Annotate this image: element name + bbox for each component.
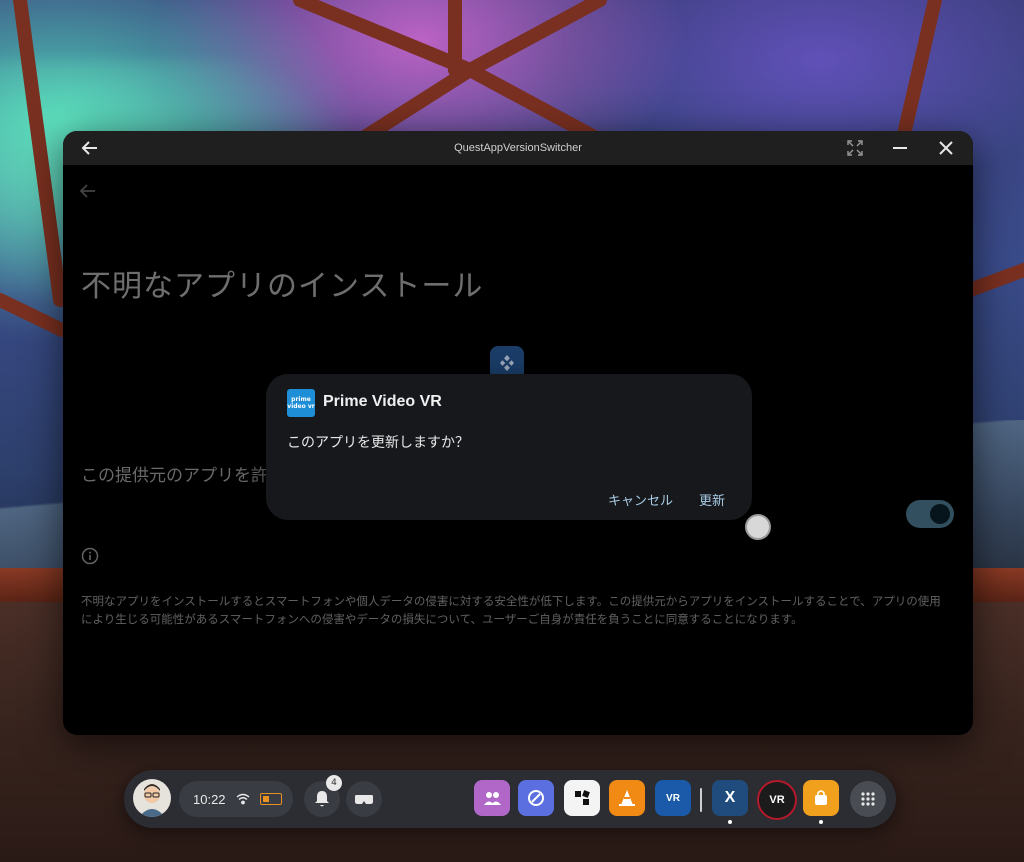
page-back-icon[interactable] <box>79 183 97 199</box>
shopping-bag-icon <box>815 790 827 805</box>
dialog-message: このアプリを更新しますか？ <box>287 435 469 451</box>
cancel-button[interactable]: キャンセル <box>608 490 673 509</box>
battery-low-icon <box>259 793 282 805</box>
page-title: 不明なアプリのインストール <box>81 269 484 304</box>
browser-icon <box>528 790 544 806</box>
dock-app-puzzle[interactable] <box>564 780 600 816</box>
dock-app-browser[interactable] <box>518 780 554 816</box>
dock-app-world-vr-station[interactable]: VR <box>757 780 797 820</box>
dock-app-people[interactable] <box>474 780 510 816</box>
allow-source-setting-label[interactable]: この提供元のアプリを許 <box>81 461 268 486</box>
allow-source-toggle[interactable] <box>906 500 954 528</box>
toggle-knob <box>930 504 950 524</box>
running-indicator <box>819 820 823 824</box>
dock-separator <box>700 788 702 812</box>
minimize-icon[interactable] <box>893 147 907 149</box>
notification-count-badge: 4 <box>326 775 342 791</box>
status-pill[interactable]: 10:22 <box>179 781 293 817</box>
system-dock: 10:22 4 VR X VR <box>124 770 896 828</box>
dialog-app-name: Prime Video VR <box>323 393 442 410</box>
dock-app-quest-app-version-switcher[interactable]: X <box>712 780 748 816</box>
traffic-cone-icon <box>619 790 635 806</box>
window-back-icon[interactable] <box>81 140 99 156</box>
dock-app-store[interactable] <box>803 780 839 816</box>
update-button[interactable]: 更新 <box>699 490 725 509</box>
notifications-button[interactable]: 4 <box>304 775 342 817</box>
dock-app-vr-news[interactable]: VR <box>655 780 691 816</box>
window-title: QuestAppVersionSwitcher <box>454 142 582 154</box>
puzzle-icon <box>575 790 590 805</box>
controller-pointer-cursor <box>745 514 771 540</box>
security-warning-text: 不明なアプリをインストールするとスマートフォンや個人データの侵害に対する安全性が… <box>81 594 941 626</box>
app-library-button[interactable] <box>850 781 886 817</box>
info-icon <box>81 547 99 565</box>
bell-icon <box>315 791 329 807</box>
avatar[interactable] <box>133 779 171 817</box>
update-confirm-dialog: prime video vr Prime Video VR このアプリを更新しま… <box>266 374 752 520</box>
fullscreen-icon[interactable] <box>847 140 863 156</box>
wifi-icon <box>236 790 250 809</box>
world-vr-station-icon-label: VR <box>769 794 785 806</box>
window-titlebar[interactable]: QuestAppVersionSwitcher <box>63 131 973 165</box>
vr-headset-icon <box>355 795 373 804</box>
close-icon[interactable] <box>937 139 955 157</box>
prime-video-vr-icon: prime video vr <box>287 389 315 417</box>
clock-time: 10:22 <box>193 791 226 807</box>
grid-icon <box>861 792 875 806</box>
headset-view-button[interactable] <box>346 781 382 817</box>
dock-app-vlc[interactable] <box>609 780 645 816</box>
running-indicator <box>728 820 732 824</box>
prime-video-vr-icon-text: prime video vr <box>287 396 315 410</box>
people-icon <box>484 792 501 805</box>
vr-news-icon-label: VR <box>666 792 680 804</box>
switcher-icon-label: X <box>724 789 736 806</box>
